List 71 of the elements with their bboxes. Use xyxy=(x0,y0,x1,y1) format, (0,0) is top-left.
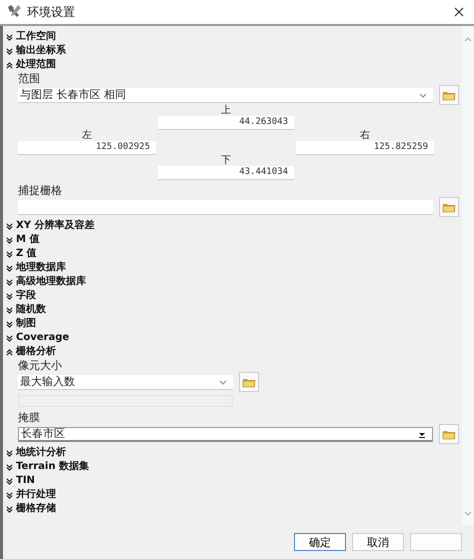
field-label: 下 xyxy=(220,155,232,166)
dropdown-field[interactable]: 最大输入数 xyxy=(18,374,233,390)
expand-icon xyxy=(6,464,13,470)
tools-icon xyxy=(6,4,22,20)
scroll-up-icon[interactable] xyxy=(464,36,472,42)
expand-icon xyxy=(6,320,13,328)
section-header[interactable]: 输出坐标系 xyxy=(6,44,462,58)
close-icon[interactable] xyxy=(454,7,464,17)
expand-icon xyxy=(6,478,13,484)
field-label: 上 xyxy=(220,105,232,116)
section-header[interactable]: 随机数 xyxy=(6,303,462,317)
expand-icon xyxy=(6,450,13,456)
section-header[interactable]: 处理范围 xyxy=(6,58,462,72)
field-label: 掩膜 xyxy=(18,411,41,424)
section-header[interactable]: Coverage xyxy=(6,331,462,345)
collapse-icon xyxy=(6,62,13,68)
expand-icon xyxy=(6,34,13,40)
input-field[interactable]: 43.441034 xyxy=(158,166,294,180)
section-header[interactable]: 制图 xyxy=(6,317,462,331)
expand-icon xyxy=(6,334,13,342)
input-field[interactable]: 44.263043 xyxy=(158,116,294,130)
section-header[interactable]: 工作空间 xyxy=(6,30,462,44)
expand-icon xyxy=(6,306,13,314)
section-header[interactable]: XY 分辨率及容差 xyxy=(6,219,462,233)
input-field[interactable]: 125.002925 xyxy=(18,141,156,155)
section-header[interactable]: Terrain 数据集 xyxy=(6,460,462,474)
dropdown-field[interactable]: 与图层 长春市区 相同 xyxy=(18,88,433,102)
section-header[interactable]: 地统计分析 xyxy=(6,446,462,460)
folder-icon xyxy=(442,201,456,213)
section-header[interactable]: TIN xyxy=(6,474,462,488)
section-header[interactable]: 并行处理 xyxy=(6,488,462,502)
section-header[interactable]: Z 值 xyxy=(6,247,462,261)
section-header[interactable]: 栅格存储 xyxy=(6,502,462,516)
field-label: 范围 xyxy=(18,72,41,85)
folder-button[interactable] xyxy=(439,197,459,217)
folder-button[interactable] xyxy=(239,372,259,392)
field-label: 捕捉栅格 xyxy=(18,184,63,197)
field-label: 像元大小 xyxy=(18,359,63,372)
section-header[interactable]: 字段 xyxy=(6,289,462,303)
section-header[interactable]: M 值 xyxy=(6,233,462,247)
expand-icon xyxy=(6,48,13,54)
chevron-down-icon[interactable] xyxy=(219,378,227,386)
expand-icon xyxy=(6,236,13,244)
section-header[interactable]: 地理数据库 xyxy=(6,261,462,275)
scrollbar[interactable] xyxy=(462,26,474,525)
section-header[interactable]: 高级地理数据库 xyxy=(6,275,462,289)
collapse-icon xyxy=(6,348,13,356)
folder-icon xyxy=(442,89,456,101)
folder-button[interactable] xyxy=(439,85,459,105)
section-header[interactable]: 栅格分析 xyxy=(6,345,462,359)
chevron-down-icon[interactable] xyxy=(419,90,427,98)
expand-icon xyxy=(6,250,13,258)
expand-icon xyxy=(6,222,13,230)
expand-icon xyxy=(6,506,13,512)
dialog-button[interactable]: 确定 xyxy=(294,533,346,551)
field-label: 右 xyxy=(359,130,371,141)
expand-icon xyxy=(6,492,13,498)
input-field[interactable] xyxy=(18,200,433,214)
folder-icon xyxy=(442,428,456,440)
input-field[interactable]: 125.825259 xyxy=(296,141,434,155)
folder-button[interactable] xyxy=(439,424,459,444)
field-label: 左 xyxy=(81,130,93,141)
expand-icon xyxy=(6,264,13,272)
expand-icon xyxy=(6,278,13,286)
expand-icon xyxy=(6,292,13,300)
folder-icon xyxy=(242,376,256,388)
blank-button[interactable] xyxy=(410,533,462,551)
dropdown-field[interactable]: 长春市区 xyxy=(18,426,433,442)
dialog-button[interactable]: 取消 xyxy=(352,533,404,551)
scroll-down-icon[interactable] xyxy=(464,511,472,517)
window-title: 环境设置 xyxy=(27,4,76,20)
